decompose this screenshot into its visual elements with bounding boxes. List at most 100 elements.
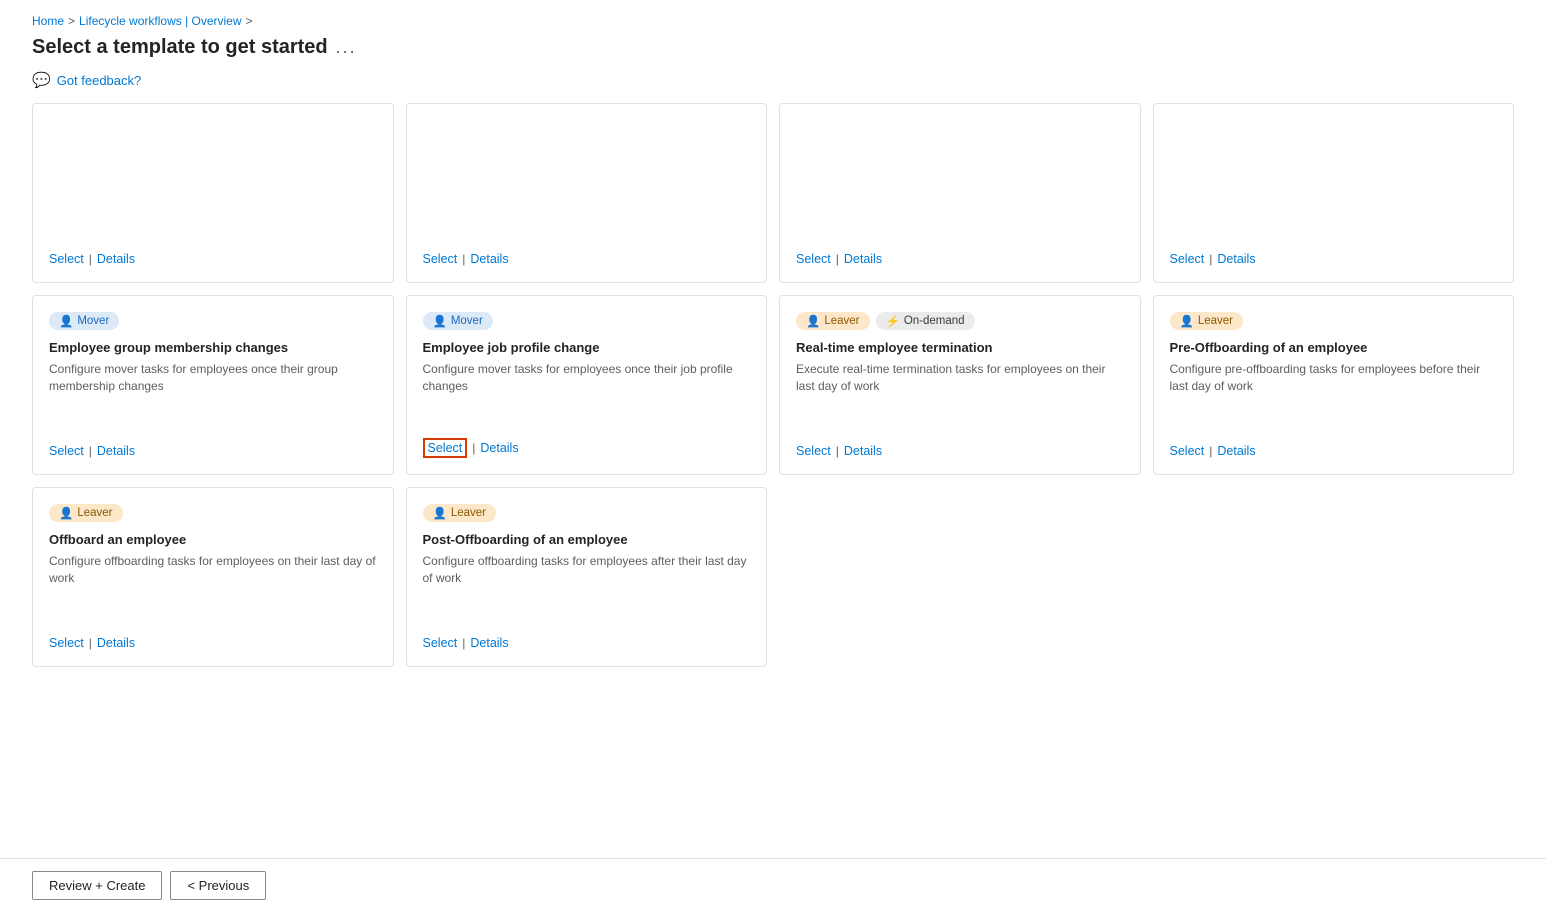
breadcrumb: Home > Lifecycle workflows | Overview > bbox=[0, 0, 1546, 32]
divider: | bbox=[836, 252, 839, 266]
card-group-membership: 👤 Mover Employee group membership change… bbox=[32, 295, 394, 475]
page-title-row: Select a template to get started ... bbox=[0, 32, 1546, 67]
card-desc: Configure mover tasks for employees once… bbox=[49, 361, 377, 428]
feedback-row[interactable]: 💬 Got feedback? bbox=[0, 67, 1546, 99]
card-actions: Select | Details bbox=[796, 444, 1124, 458]
card-row1-col2: Select | Details bbox=[406, 103, 768, 283]
card-actions: Select | Details bbox=[49, 444, 377, 458]
page-title: Select a template to get started bbox=[32, 36, 328, 59]
content-area: Select | Details Select | Details Select… bbox=[0, 99, 1546, 858]
details-link-r1c3[interactable]: Details bbox=[844, 252, 882, 266]
details-link-r1c4[interactable]: Details bbox=[1217, 252, 1255, 266]
details-link-r1c1[interactable]: Details bbox=[97, 252, 135, 266]
card-row1-col4: Select | Details bbox=[1153, 103, 1515, 283]
leaver-icon: 👤 bbox=[1180, 314, 1194, 328]
card-title: Post-Offboarding of an employee bbox=[423, 532, 751, 547]
select-link-pre-offboarding[interactable]: Select bbox=[1170, 444, 1205, 458]
select-link-r1c3[interactable]: Select bbox=[796, 252, 831, 266]
footer-bar: Review + Create < Previous bbox=[0, 858, 1546, 912]
badge-row: 👤 Leaver ⚡ On-demand bbox=[796, 312, 1124, 330]
details-link-post-offboarding[interactable]: Details bbox=[470, 636, 508, 650]
divider: | bbox=[836, 444, 839, 458]
badge-label: On-demand bbox=[904, 315, 965, 327]
badge-row: 👤 Leaver bbox=[423, 504, 751, 522]
card-post-offboarding: 👤 Leaver Post-Offboarding of an employee… bbox=[406, 487, 768, 667]
badge-row: 👤 Leaver bbox=[49, 504, 377, 522]
ondemand-icon: ⚡ bbox=[886, 314, 900, 328]
card-actions: Select | Details bbox=[423, 438, 751, 458]
review-create-button[interactable]: Review + Create bbox=[32, 871, 162, 900]
badge-row: 👤 Mover bbox=[49, 312, 377, 330]
breadcrumb-parent[interactable]: Lifecycle workflows | Overview bbox=[79, 14, 242, 28]
leaver-icon: 👤 bbox=[433, 506, 447, 520]
card-job-profile: 👤 Mover Employee job profile change Conf… bbox=[406, 295, 768, 475]
divider: | bbox=[89, 444, 92, 458]
select-link-r1c1[interactable]: Select bbox=[49, 252, 84, 266]
cards-row-3: 👤 Leaver Offboard an employee Configure … bbox=[32, 487, 1514, 667]
badge-row: 👤 Mover bbox=[423, 312, 751, 330]
details-link-pre-offboarding[interactable]: Details bbox=[1217, 444, 1255, 458]
card-actions: Select | Details bbox=[1170, 252, 1498, 266]
select-link-offboard[interactable]: Select bbox=[49, 636, 84, 650]
details-link-realtime-termination[interactable]: Details bbox=[844, 444, 882, 458]
cards-row-2: 👤 Mover Employee group membership change… bbox=[32, 295, 1514, 475]
select-link-job-profile[interactable]: Select bbox=[423, 438, 468, 458]
previous-button[interactable]: < Previous bbox=[170, 871, 266, 900]
card-empty-area bbox=[1170, 120, 1498, 236]
select-link-r1c4[interactable]: Select bbox=[1170, 252, 1205, 266]
select-link-r1c2[interactable]: Select bbox=[423, 252, 458, 266]
card-title: Real-time employee termination bbox=[796, 340, 1124, 355]
details-link-r1c2[interactable]: Details bbox=[470, 252, 508, 266]
card-title: Offboard an employee bbox=[49, 532, 377, 547]
cards-row-1: Select | Details Select | Details Select… bbox=[32, 103, 1514, 283]
card-empty-area bbox=[796, 120, 1124, 236]
card-desc: Configure mover tasks for employees once… bbox=[423, 361, 751, 422]
more-options-button[interactable]: ... bbox=[336, 37, 357, 58]
breadcrumb-home[interactable]: Home bbox=[32, 14, 64, 28]
card-actions: Select | Details bbox=[423, 636, 751, 650]
card-row1-col1: Select | Details bbox=[32, 103, 394, 283]
card-title: Pre-Offboarding of an employee bbox=[1170, 340, 1498, 355]
mover-icon: 👤 bbox=[59, 314, 73, 328]
badge-row: 👤 Leaver bbox=[1170, 312, 1498, 330]
badge-leaver: 👤 Leaver bbox=[423, 504, 497, 522]
badge-leaver: 👤 Leaver bbox=[796, 312, 870, 330]
card-desc: Configure pre-offboarding tasks for empl… bbox=[1170, 361, 1498, 428]
select-link-realtime-termination[interactable]: Select bbox=[796, 444, 831, 458]
details-link-job-profile[interactable]: Details bbox=[480, 441, 518, 455]
card-actions: Select | Details bbox=[423, 252, 751, 266]
feedback-label[interactable]: Got feedback? bbox=[57, 73, 142, 88]
badge-label: Mover bbox=[77, 315, 109, 327]
badge-label: Leaver bbox=[824, 315, 859, 327]
divider: | bbox=[1209, 444, 1212, 458]
leaver-icon: 👤 bbox=[59, 506, 73, 520]
divider: | bbox=[1209, 252, 1212, 266]
card-desc: Execute real-time termination tasks for … bbox=[796, 361, 1124, 428]
card-desc: Configure offboarding tasks for employee… bbox=[49, 553, 377, 620]
details-link-offboard[interactable]: Details bbox=[97, 636, 135, 650]
card-empty-area bbox=[423, 120, 751, 236]
card-realtime-termination: 👤 Leaver ⚡ On-demand Real-time employee … bbox=[779, 295, 1141, 475]
divider: | bbox=[89, 636, 92, 650]
divider: | bbox=[462, 636, 465, 650]
divider: | bbox=[472, 441, 475, 455]
badge-leaver: 👤 Leaver bbox=[1170, 312, 1244, 330]
select-link-group-membership[interactable]: Select bbox=[49, 444, 84, 458]
card-desc: Configure offboarding tasks for employee… bbox=[423, 553, 751, 620]
badge-label: Leaver bbox=[451, 507, 486, 519]
mover-icon: 👤 bbox=[433, 314, 447, 328]
badge-label: Mover bbox=[451, 315, 483, 327]
select-link-post-offboarding[interactable]: Select bbox=[423, 636, 458, 650]
card-actions: Select | Details bbox=[796, 252, 1124, 266]
breadcrumb-sep2: > bbox=[246, 14, 253, 28]
details-link-group-membership[interactable]: Details bbox=[97, 444, 135, 458]
feedback-icon: 💬 bbox=[32, 71, 51, 89]
card-pre-offboarding: 👤 Leaver Pre-Offboarding of an employee … bbox=[1153, 295, 1515, 475]
badge-leaver: 👤 Leaver bbox=[49, 504, 123, 522]
badge-label: Leaver bbox=[77, 507, 112, 519]
card-row1-col3: Select | Details bbox=[779, 103, 1141, 283]
breadcrumb-sep1: > bbox=[68, 14, 75, 28]
card-actions: Select | Details bbox=[49, 636, 377, 650]
leaver-icon: 👤 bbox=[806, 314, 820, 328]
badge-ondemand: ⚡ On-demand bbox=[876, 312, 975, 330]
